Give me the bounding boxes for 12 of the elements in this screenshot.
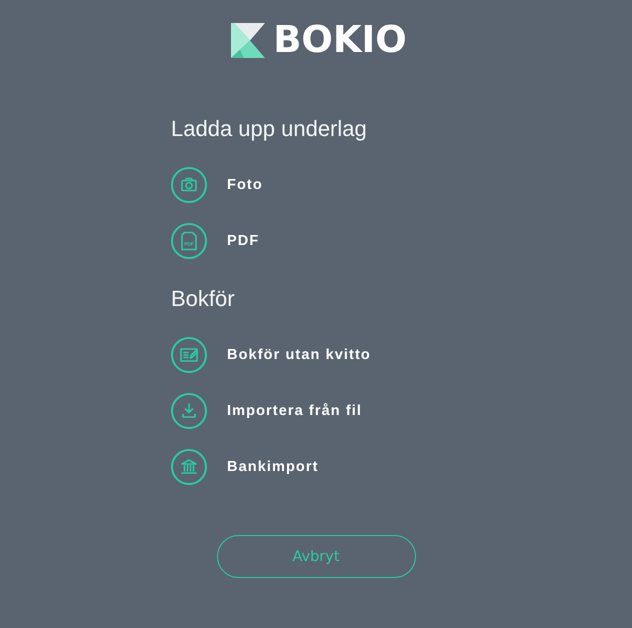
download-icon	[171, 393, 207, 429]
brand-name: BOKIO	[273, 22, 407, 58]
section-heading: Ladda upp underlag	[171, 115, 368, 143]
camera-icon	[171, 167, 207, 203]
menu-item[interactable]: Bokför utan kvitto	[171, 337, 371, 373]
menu-item[interactable]: Bankimport	[171, 449, 319, 485]
logo-icon	[231, 22, 266, 58]
section-heading: Bokför	[171, 285, 236, 313]
document-with-pencil-icon	[171, 337, 207, 373]
bank-building-icon	[171, 449, 207, 485]
menu-item[interactable]: Importera från fil	[171, 393, 362, 429]
menu-item[interactable]: Foto	[171, 167, 263, 203]
